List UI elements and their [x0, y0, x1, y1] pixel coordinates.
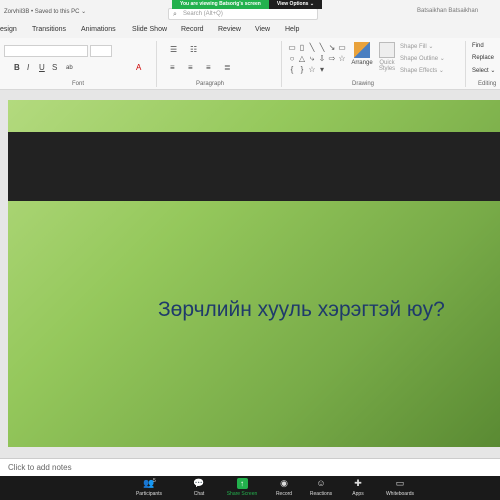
search-placeholder: Search (Alt+Q): [183, 11, 223, 17]
arrange-icon: [354, 42, 370, 58]
shape-effects-button[interactable]: Shape Effects ⌄: [400, 67, 444, 74]
ribbon-tabs: esign Transitions Animations Slide Show …: [0, 22, 500, 38]
replace-button[interactable]: Replace: [472, 55, 494, 61]
oval-shape-icon[interactable]: ○: [287, 53, 297, 64]
quick-styles-label: Quick Styles: [378, 60, 396, 72]
find-button[interactable]: Find: [472, 43, 484, 49]
search-icon: ⌕: [173, 11, 177, 18]
bracket-shape-icon[interactable]: {: [287, 64, 297, 75]
textbox-shape-icon[interactable]: ▭: [287, 42, 297, 53]
arrow-shape-icon[interactable]: ⇨: [327, 53, 337, 64]
tab-review[interactable]: Review: [218, 26, 241, 33]
group-divider: [156, 41, 157, 87]
apps-button[interactable]: ✚ Apps: [336, 478, 380, 497]
record-label: Record: [275, 491, 293, 497]
search-input[interactable]: ⌕ Search (Alt+Q): [168, 8, 318, 20]
participants-count: 5: [153, 478, 156, 484]
notes-pane[interactable]: Click to add notes: [0, 458, 500, 476]
slide-canvas[interactable]: Зөрчлийн хууль хэрэгтэй юу?: [8, 100, 500, 447]
tab-help[interactable]: Help: [285, 26, 299, 33]
line-shape-icon[interactable]: ╲: [317, 42, 327, 53]
apps-label: Apps: [352, 491, 364, 497]
zoom-share-banner: You are viewing Batsorig's screen View O…: [172, 0, 323, 9]
participants-button[interactable]: 👥 5 Participants: [127, 478, 171, 497]
font-size-input[interactable]: [90, 45, 112, 57]
tab-view[interactable]: View: [255, 26, 270, 33]
align-center-button[interactable]: ≡: [188, 63, 193, 72]
justify-button[interactable]: ≣: [224, 63, 231, 72]
shape-fill-button[interactable]: Shape Fill ⌄: [400, 43, 433, 50]
underline-button[interactable]: U: [39, 63, 45, 72]
arrow-shape-icon[interactable]: ⇩: [317, 53, 327, 64]
arrange-label: Arrange: [351, 60, 373, 66]
group-label-drawing: Drawing: [352, 81, 375, 87]
expand-gallery-icon[interactable]: ▾: [317, 64, 327, 75]
title-bar: Zorvhil3B • Saved to this PC ⌄ ⌕ Search …: [0, 0, 500, 22]
rectangle-shape-icon[interactable]: ▯: [297, 42, 307, 53]
share-screen-icon: ↑: [236, 478, 248, 489]
tab-slide-show[interactable]: Slide Show: [132, 26, 167, 33]
font-color-button[interactable]: A: [136, 63, 141, 72]
shape-outline-button[interactable]: Shape Outline ⌄: [400, 55, 445, 62]
quick-styles-button[interactable]: Quick Styles: [374, 42, 400, 72]
quick-styles-icon: [379, 42, 395, 58]
bold-button[interactable]: B: [14, 63, 20, 72]
triangle-shape-icon[interactable]: △: [297, 53, 307, 64]
star-shape-icon[interactable]: ☆: [337, 53, 347, 64]
shapes-gallery[interactable]: ▭ ▯ ╲ ╲ ↘ ▭ ○ △ ⤷ ⇩ ⇨ ☆ { } ☆ ▾: [287, 42, 347, 76]
select-button[interactable]: Select ⌄: [472, 67, 495, 74]
shadow-button[interactable]: ab: [66, 65, 73, 71]
arrange-button[interactable]: Arrange: [349, 42, 375, 66]
italic-button[interactable]: I: [27, 63, 29, 72]
align-right-button[interactable]: ≡: [206, 63, 211, 72]
share-screen-button[interactable]: ↑ Share Screen: [220, 478, 264, 497]
tab-animations[interactable]: Animations: [81, 26, 116, 33]
slide-body-text[interactable]: Зөрчлийн хууль хэрэгтэй юу?: [158, 298, 445, 322]
chat-label: Chat: [193, 491, 205, 497]
tab-record[interactable]: Record: [181, 26, 204, 33]
group-label-font: Font: [72, 81, 85, 87]
tab-transitions[interactable]: Transitions: [32, 26, 66, 33]
notes-placeholder: Click to add notes: [8, 463, 72, 472]
tab-design[interactable]: esign: [0, 26, 17, 33]
font-name-input[interactable]: [4, 45, 88, 57]
slide-pane: Зөрчлийн хууль хэрэгтэй юу?: [0, 90, 500, 458]
star-shape-icon[interactable]: ☆: [307, 64, 317, 75]
participants-label: Participants: [135, 491, 163, 497]
bracket-shape-icon[interactable]: }: [297, 64, 307, 75]
align-left-button[interactable]: ≡: [170, 63, 175, 72]
bent-arrow-shape-icon[interactable]: ⤷: [307, 53, 317, 64]
view-options-button[interactable]: View Options ⌄: [268, 0, 323, 9]
group-divider: [465, 41, 466, 87]
whiteboards-label: Whiteboards: [385, 491, 415, 497]
group-label-paragraph: Paragraph: [196, 81, 225, 87]
ribbon: B I U S ab A Font ☰ ☷ ≡ ≡ ≡ ≣ Paragraph …: [0, 38, 500, 90]
whiteboard-icon: ▭: [395, 478, 405, 488]
group-divider: [281, 41, 282, 87]
strikethrough-button[interactable]: S: [52, 63, 57, 72]
group-label-editing: Editing: [478, 81, 497, 87]
share-notice: You are viewing Batsorig's screen: [172, 0, 269, 9]
participants-icon: 👥: [143, 478, 155, 488]
title-placeholder-band[interactable]: [8, 132, 500, 201]
share-screen-label: Share Screen: [226, 491, 258, 497]
apps-icon: ✚: [354, 478, 362, 488]
line-shape-icon[interactable]: ╲: [307, 42, 317, 53]
chat-icon: 💬: [193, 478, 205, 488]
meeting-toolbar: 👥 5 Participants 💬 Chat ↑ Share Screen ◉…: [0, 476, 500, 500]
reactions-label: Reactions: [309, 491, 333, 497]
file-name[interactable]: Zorvhil3B • Saved to this PC ⌄: [4, 8, 86, 15]
arrow-shape-icon[interactable]: ↘: [327, 42, 337, 53]
numbering-button[interactable]: ☷: [190, 45, 197, 54]
bullets-button[interactable]: ☰: [170, 45, 177, 54]
user-name[interactable]: Batsaikhan Batsaikhan: [417, 8, 478, 14]
whiteboards-button[interactable]: ▭ Whiteboards: [378, 478, 422, 497]
rectangle-shape-icon[interactable]: ▭: [337, 42, 347, 53]
chat-button[interactable]: 💬 Chat: [177, 478, 221, 497]
